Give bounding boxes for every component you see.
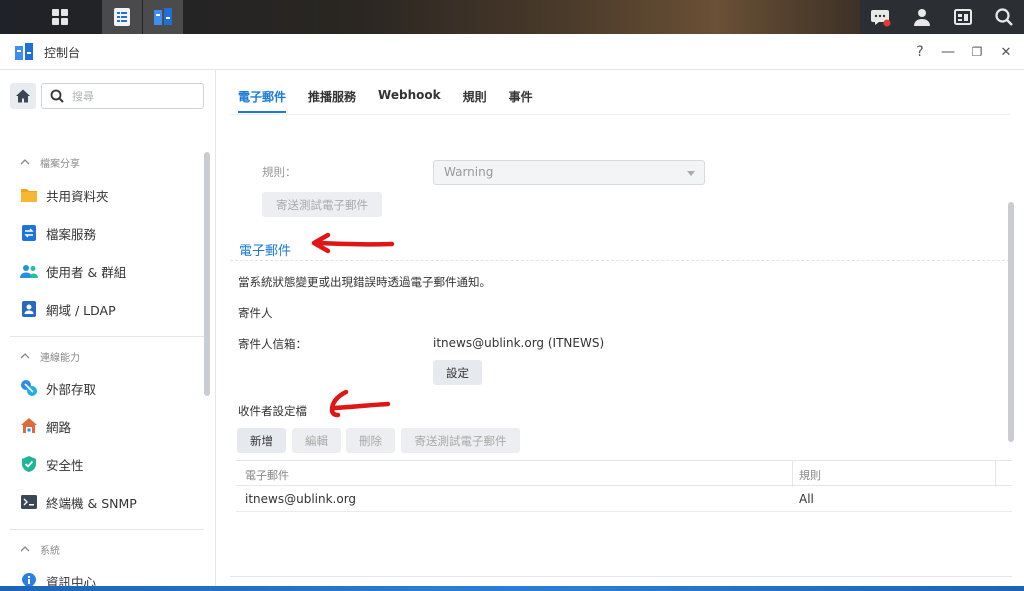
search-icon	[50, 89, 64, 106]
sidebar-item-label: 外部存取	[46, 381, 97, 397]
sidebar-group-label: 檔案分享	[40, 159, 80, 170]
tab-push-service[interactable]: 推播服務	[308, 88, 356, 113]
tab-email[interactable]: 電子郵件	[238, 88, 287, 113]
taskbar-tray	[860, 0, 1024, 34]
close-button[interactable]: ✕	[996, 42, 1016, 62]
rule-select: Warning	[433, 160, 705, 185]
sidebar-item-label: 共用資料夾	[46, 188, 109, 204]
sidebar-group-connectivity[interactable]: 連線能力	[20, 349, 80, 364]
folder-icon	[20, 186, 38, 204]
users-icon	[20, 262, 38, 280]
sender-email-label: 寄件人信箱：	[238, 337, 307, 351]
minimize-button[interactable]: —	[938, 42, 958, 62]
main-menu-icon[interactable]	[40, 0, 80, 34]
annotation-arrow-icon	[329, 389, 391, 418]
add-recipient-button[interactable]: 新增	[237, 428, 286, 453]
search-input[interactable]	[72, 88, 197, 104]
help-button[interactable]: ?	[910, 42, 930, 62]
chevron-down-icon	[687, 171, 695, 176]
window-title: 控制台	[44, 46, 81, 60]
recipients-table: 電子郵件 規則 itnews@ublink.org All	[236, 460, 1012, 512]
sidebar-item-users-groups[interactable]: 使用者 & 群組	[20, 259, 126, 283]
control-panel-window: 控制台 ? — ❐ ✕ 檔案分享 共用資料夾 檔案服務 使	[0, 34, 1024, 591]
table-header: 電子郵件 規則	[236, 460, 1012, 487]
user-icon[interactable]	[901, 0, 942, 34]
ldap-icon	[20, 300, 38, 318]
sidebar-item-label: 安全性	[46, 457, 84, 473]
column-separator	[995, 461, 996, 487]
tab-events[interactable]: 事件	[509, 88, 533, 113]
rule-select-value: Warning	[444, 165, 494, 179]
sender-settings-button[interactable]: 設定	[433, 360, 482, 385]
shield-icon	[20, 455, 38, 473]
recipient-email-cell: itnews@ublink.org	[245, 492, 357, 506]
file-services-icon	[20, 224, 38, 242]
home-button[interactable]	[10, 83, 36, 109]
sidebar-scrollbar[interactable]	[204, 152, 210, 396]
sender-heading: 寄件人	[238, 306, 273, 320]
recipients-send-test-button: 寄送測試電子郵件	[401, 428, 520, 453]
external-access-icon	[20, 379, 38, 397]
sidebar-search[interactable]	[41, 83, 204, 109]
sidebar-divider	[10, 529, 204, 530]
tab-webhook[interactable]: Webhook	[378, 88, 441, 113]
column-header-email[interactable]: 電子郵件	[245, 467, 289, 483]
chevron-up-icon	[20, 157, 30, 168]
sidebar-item-shared-folder[interactable]: 共用資料夾	[20, 183, 109, 207]
table-row[interactable]: itnews@ublink.org All	[236, 486, 1012, 512]
sidebar-group-label: 系統	[40, 546, 60, 557]
section-divider	[230, 260, 1010, 261]
package-center-taskbar-icon[interactable]	[102, 0, 142, 34]
sidebar-item-label: 檔案服務	[46, 226, 97, 242]
section-title-email: 電子郵件	[239, 244, 292, 259]
sidebar-item-domain-ldap[interactable]: 網域 / LDAP	[20, 297, 116, 321]
chevron-up-icon	[20, 544, 30, 555]
sidebar-item-network[interactable]: 網路	[20, 414, 71, 438]
tab-rules[interactable]: 規則	[463, 88, 487, 113]
tab-underline	[230, 114, 1010, 115]
sidebar-group-label: 連線能力	[40, 353, 80, 364]
network-icon	[20, 417, 38, 435]
sidebar-item-label: 終端機 & SNMP	[46, 495, 137, 511]
send-test-email-button-disabled: 寄送測試電子郵件	[262, 192, 382, 217]
delete-recipient-button: 刪除	[346, 428, 395, 453]
home-icon	[16, 89, 30, 103]
search-taskbar-icon[interactable]	[983, 0, 1024, 34]
sidebar-divider	[10, 336, 204, 337]
sidebar-group-system[interactable]: 系統	[20, 542, 60, 557]
notifications-icon[interactable]	[860, 0, 901, 34]
email-description: 當系統狀態變更或出現錯誤時透過電子郵件通知。	[238, 275, 491, 289]
tab-bar: 電子郵件 推播服務 Webhook 規則 事件	[238, 88, 555, 113]
control-panel-taskbar-icon[interactable]	[143, 0, 183, 34]
main-scrollbar[interactable]	[1008, 202, 1014, 442]
recipient-rule-cell: All	[799, 492, 814, 506]
taskbar	[0, 0, 1024, 34]
main-panel: 電子郵件 推播服務 Webhook 規則 事件 規則： Warning 寄送測試…	[216, 70, 1024, 591]
sidebar-item-label: 網路	[46, 419, 72, 435]
window-titlebar: 控制台 ? — ❐ ✕	[0, 34, 1024, 70]
footer-divider	[230, 576, 1012, 577]
recipients-heading: 收件者設定檔	[238, 404, 307, 418]
control-panel-icon	[14, 42, 34, 62]
sidebar-item-label: 使用者 & 群組	[46, 264, 127, 280]
annotation-arrow-icon	[311, 232, 395, 254]
sidebar-item-external-access[interactable]: 外部存取	[20, 376, 96, 400]
restore-button[interactable]: ❐	[967, 42, 987, 62]
column-separator	[792, 461, 793, 487]
sidebar-item-label: 網域 / LDAP	[46, 302, 116, 318]
sidebar-item-security[interactable]: 安全性	[20, 452, 84, 476]
chevron-up-icon	[20, 351, 30, 362]
sender-email-value: itnews@ublink.org (ITNEWS)	[433, 336, 605, 350]
widgets-icon[interactable]	[942, 0, 983, 34]
bottom-window-strip	[0, 586, 1024, 591]
edit-recipient-button: 編輯	[292, 428, 341, 453]
sidebar-group-file-sharing[interactable]: 檔案分享	[20, 155, 80, 170]
rule-label: 規則：	[262, 165, 297, 179]
terminal-icon	[20, 493, 38, 511]
sidebar-item-terminal-snmp[interactable]: 終端機 & SNMP	[20, 490, 137, 514]
sidebar: 檔案分享 共用資料夾 檔案服務 使用者 & 群組 網域 / LDAP 連線能力 …	[0, 70, 216, 591]
column-header-rule[interactable]: 規則	[799, 467, 821, 483]
sidebar-item-file-services[interactable]: 檔案服務	[20, 221, 96, 245]
